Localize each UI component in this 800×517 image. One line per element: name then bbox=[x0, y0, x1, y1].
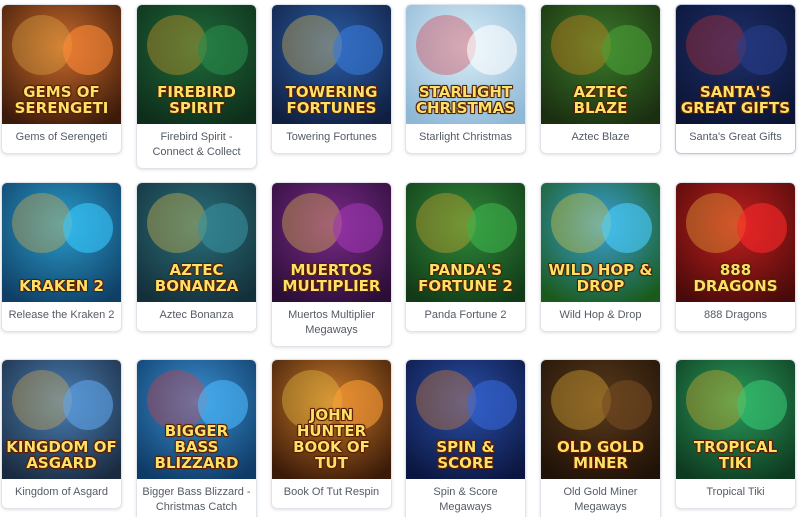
game-card[interactable]: Tropical Tiki Tropical Tiki bbox=[675, 359, 796, 509]
game-logo-text: Kraken 2 bbox=[19, 277, 104, 295]
game-logo-text: Starlight Christmas bbox=[415, 83, 516, 117]
game-logo-text: Santa's Great Gifts bbox=[680, 83, 791, 117]
game-card[interactable]: Gems of Serengeti Gems of Serengeti bbox=[1, 4, 122, 154]
game-card[interactable]: Firebird Spirit Firebird Spirit - Connect… bbox=[136, 4, 257, 169]
game-thumbnail[interactable]: Old Gold Miner bbox=[541, 360, 660, 479]
game-thumbnail[interactable]: Muertos Multiplier bbox=[272, 183, 391, 302]
game-logo-text: Bigger Bass Blizzard bbox=[154, 422, 239, 472]
game-logo-text: 888 Dragons bbox=[693, 261, 778, 295]
game-card[interactable]: Aztec Bonanza Aztec Bonanza bbox=[136, 182, 257, 332]
game-title[interactable]: Gems of Serengeti bbox=[2, 124, 121, 153]
game-thumbnail[interactable]: Kingdom of Asgard bbox=[2, 360, 121, 479]
game-title[interactable]: Firebird Spirit - Connect & Collect bbox=[137, 124, 256, 168]
game-thumbnail[interactable]: Tropical Tiki bbox=[676, 360, 795, 479]
game-card[interactable]: Kraken 2 Release the Kraken 2 bbox=[1, 182, 122, 332]
game-title[interactable]: Book Of Tut Respin bbox=[272, 479, 391, 508]
game-logo-text: Tropical Tiki bbox=[693, 438, 778, 472]
game-logo-text: Muertos Multiplier bbox=[282, 261, 381, 295]
game-card[interactable]: Santa's Great Gifts Santa's Great Gifts bbox=[675, 4, 796, 154]
game-thumbnail[interactable]: Santa's Great Gifts bbox=[676, 5, 795, 124]
game-card[interactable]: Kingdom of Asgard Kingdom of Asgard bbox=[1, 359, 122, 509]
game-card[interactable]: Panda's Fortune 2 Panda Fortune 2 bbox=[405, 182, 526, 332]
game-title[interactable]: Aztec Blaze bbox=[541, 124, 660, 153]
game-card[interactable]: Towering Fortunes Towering Fortunes bbox=[271, 4, 392, 154]
game-title[interactable]: Santa's Great Gifts bbox=[676, 124, 795, 153]
game-logo-text: Aztec Bonanza bbox=[154, 261, 239, 295]
game-thumbnail[interactable]: Towering Fortunes bbox=[272, 5, 391, 124]
game-logo-text: Spin & Score bbox=[436, 438, 495, 472]
game-card[interactable]: Starlight Christmas Starlight Christmas bbox=[405, 4, 526, 154]
game-thumbnail[interactable]: Wild Hop & Drop bbox=[541, 183, 660, 302]
game-title[interactable]: Panda Fortune 2 bbox=[406, 302, 525, 331]
game-logo-text: Aztec Blaze bbox=[573, 83, 628, 117]
game-title[interactable]: Tropical Tiki bbox=[676, 479, 795, 508]
game-logo-text: Firebird Spirit bbox=[157, 83, 236, 117]
game-title[interactable]: Starlight Christmas bbox=[406, 124, 525, 153]
game-title[interactable]: Muertos Multiplier Megaways bbox=[272, 302, 391, 346]
game-logo-text: Towering Fortunes bbox=[285, 83, 378, 117]
game-logo-text: Gems of Serengeti bbox=[14, 83, 109, 117]
game-thumbnail[interactable]: Starlight Christmas bbox=[406, 5, 525, 124]
game-card[interactable]: Spin & Score Spin & Score Megaways bbox=[405, 359, 526, 517]
game-thumbnail[interactable]: Aztec Blaze bbox=[541, 5, 660, 124]
game-thumbnail[interactable]: Spin & Score bbox=[406, 360, 525, 479]
game-logo-text: Wild Hop & Drop bbox=[548, 261, 653, 295]
game-title[interactable]: Towering Fortunes bbox=[272, 124, 391, 153]
game-title[interactable]: Aztec Bonanza bbox=[137, 302, 256, 331]
game-logo-text: Kingdom of Asgard bbox=[6, 438, 117, 472]
game-card[interactable]: John Hunter Book of Tut Book Of Tut Respi… bbox=[271, 359, 392, 509]
game-logo-text: Old Gold Miner bbox=[556, 438, 645, 472]
game-card[interactable]: Wild Hop & Drop Wild Hop & Drop bbox=[540, 182, 661, 332]
game-logo-text: Panda's Fortune 2 bbox=[418, 261, 513, 295]
game-title[interactable]: Spin & Score Megaways bbox=[406, 479, 525, 517]
game-title[interactable]: 888 Dragons bbox=[676, 302, 795, 331]
game-card[interactable]: Old Gold Miner Old Gold Miner Megaways bbox=[540, 359, 661, 517]
game-card[interactable]: Aztec Blaze Aztec Blaze bbox=[540, 4, 661, 154]
game-title[interactable]: Wild Hop & Drop bbox=[541, 302, 660, 331]
game-thumbnail[interactable]: Aztec Bonanza bbox=[137, 183, 256, 302]
game-title[interactable]: Bigger Bass Blizzard - Christmas Catch bbox=[137, 479, 256, 517]
game-card[interactable]: Bigger Bass Blizzard Bigger Bass Blizzard… bbox=[136, 359, 257, 517]
game-thumbnail[interactable]: Firebird Spirit bbox=[137, 5, 256, 124]
game-thumbnail[interactable]: John Hunter Book of Tut bbox=[272, 360, 391, 479]
game-thumbnail[interactable]: Bigger Bass Blizzard bbox=[137, 360, 256, 479]
game-title[interactable]: Release the Kraken 2 bbox=[2, 302, 121, 331]
game-title[interactable]: Kingdom of Asgard bbox=[2, 479, 121, 508]
game-thumbnail[interactable]: Gems of Serengeti bbox=[2, 5, 121, 124]
game-thumbnail[interactable]: Panda's Fortune 2 bbox=[406, 183, 525, 302]
game-title[interactable]: Old Gold Miner Megaways bbox=[541, 479, 660, 517]
game-card[interactable]: 888 Dragons 888 Dragons bbox=[675, 182, 796, 332]
game-logo-text: John Hunter Book of Tut bbox=[293, 406, 370, 472]
game-thumbnail[interactable]: 888 Dragons bbox=[676, 183, 795, 302]
game-thumbnail[interactable]: Kraken 2 bbox=[2, 183, 121, 302]
game-card[interactable]: Muertos Multiplier Muertos Multiplier Meg… bbox=[271, 182, 392, 347]
